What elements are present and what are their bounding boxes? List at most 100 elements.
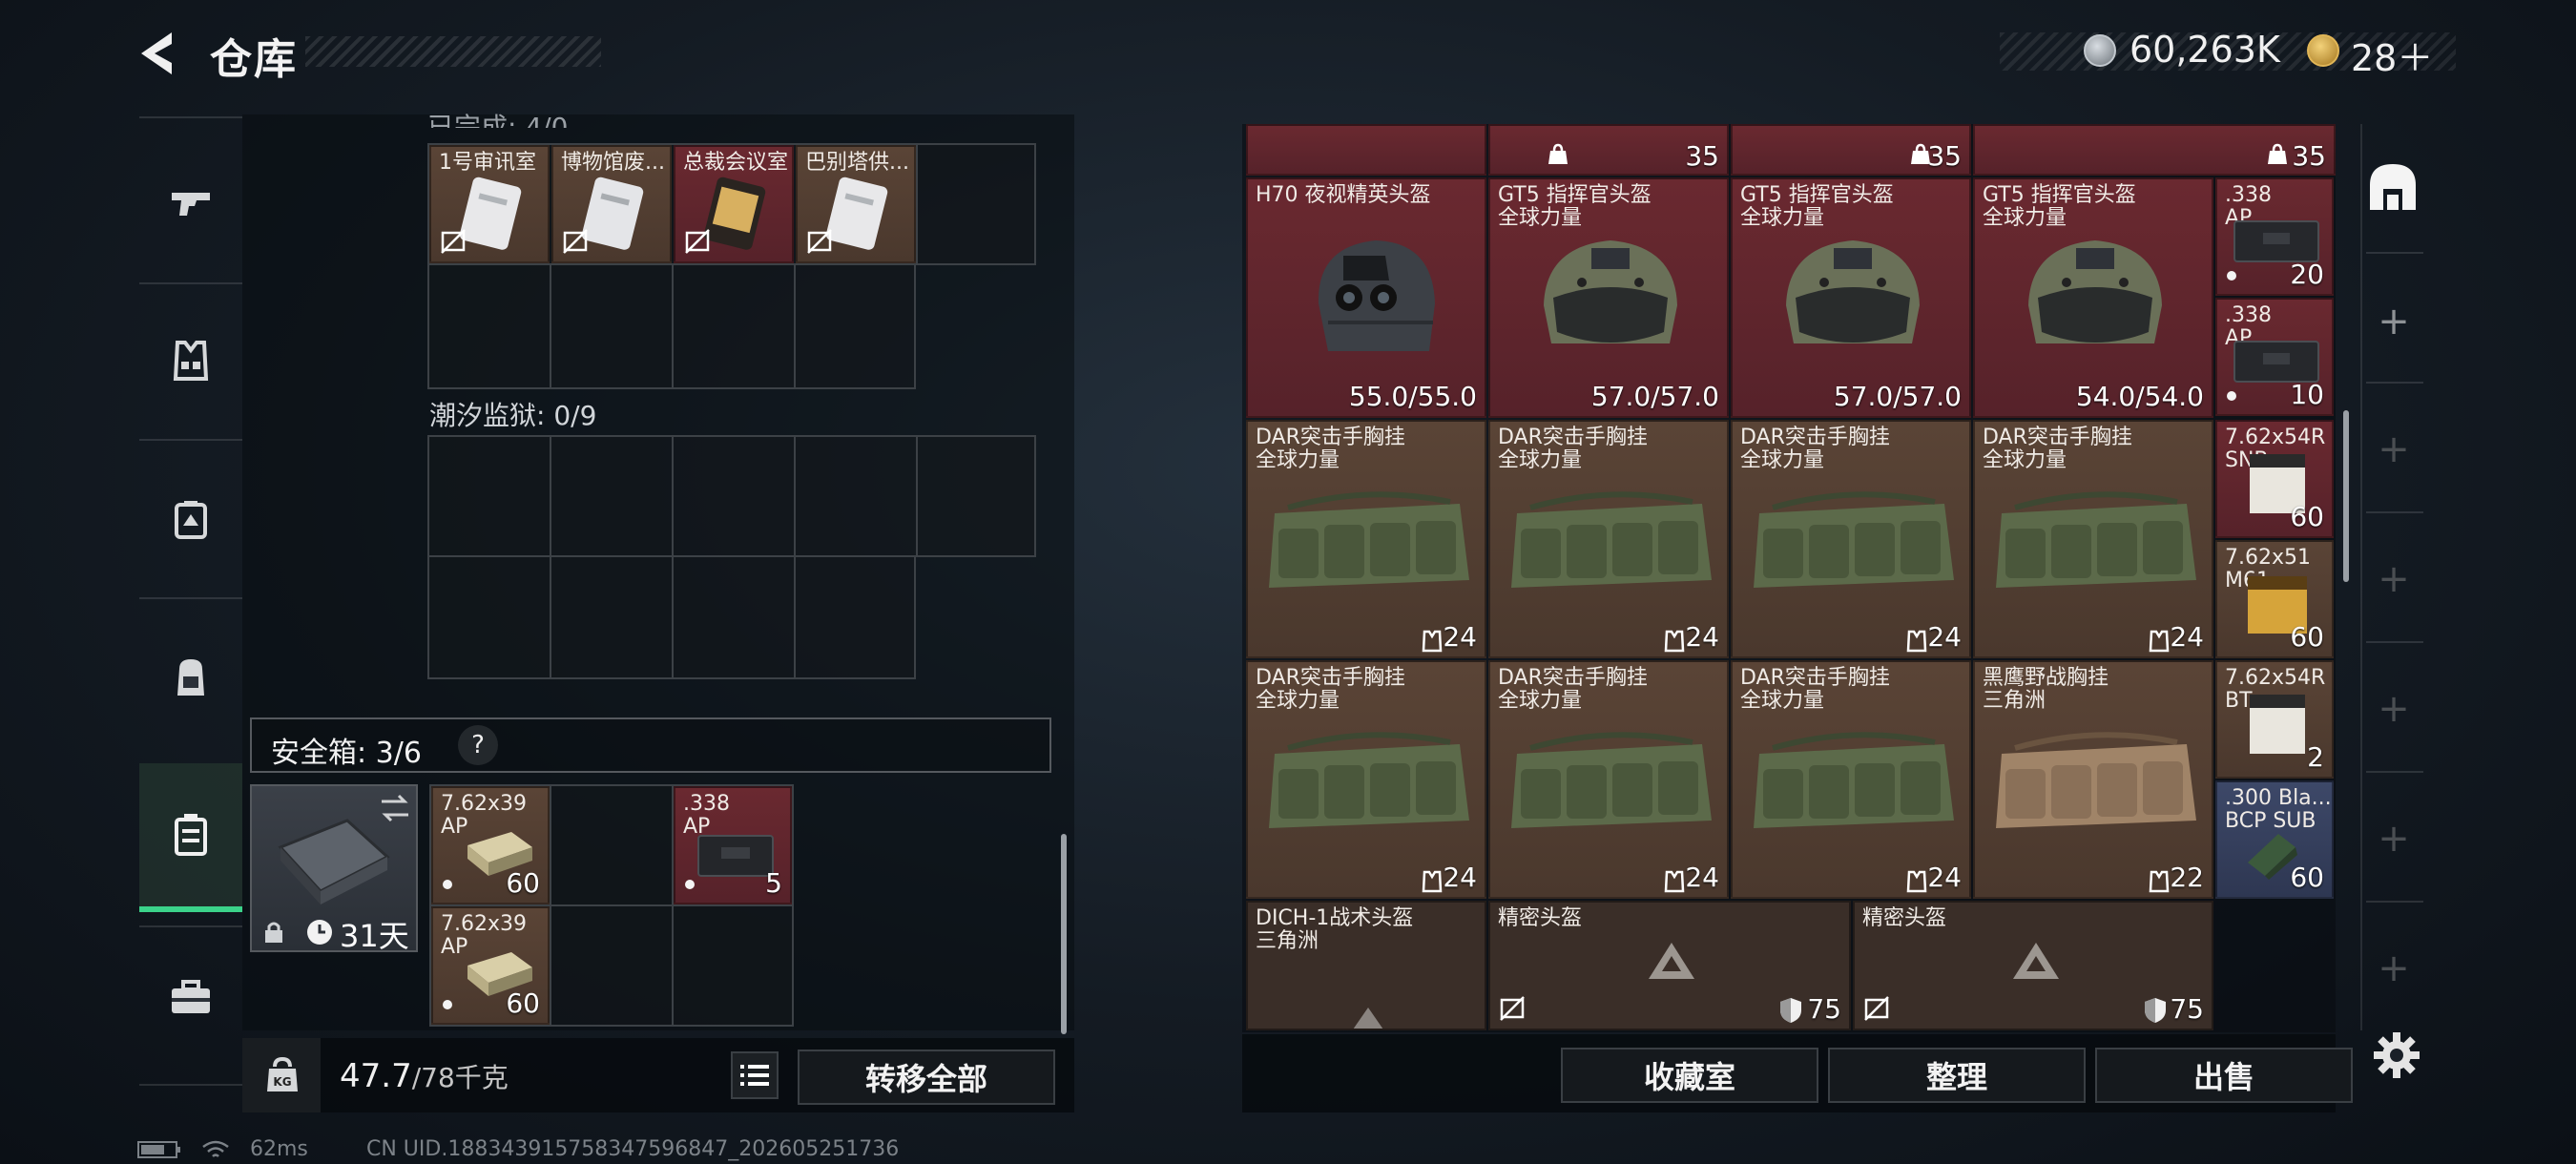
weight-small-icon (1548, 143, 1568, 164)
add-stash-tab-button[interactable]: + (2370, 298, 2418, 345)
item-name: GT5 指挥官头盔 (1498, 183, 1652, 207)
ammo-item[interactable]: 7.62x39 AP 60 (431, 786, 550, 904)
helmet-item[interactable]: 精密头盔 75 (1853, 901, 2213, 1030)
keycard-item[interactable]: 总裁会议室 (674, 145, 794, 263)
chest-rig-item[interactable]: DAR突击手胸挂 全球力量 24 (1246, 660, 1486, 899)
safebox-label: 安全箱: 3/6 (271, 737, 422, 770)
ammo-dot (685, 880, 695, 889)
tab-weapons[interactable] (139, 130, 242, 279)
helmet-item[interactable]: GT5 指挥官头盔 全球力量 54.0/54.0 (1973, 177, 2213, 418)
item-name: .300 Bla... (2225, 786, 2332, 810)
backpack-icon (177, 659, 204, 696)
helmet-item[interactable]: GT5 指挥官头盔 全球力量 57.0/57.0 (1488, 177, 1729, 418)
tab-safebox[interactable] (139, 763, 242, 912)
chest-rig-icon (1511, 732, 1712, 828)
ammo-dot (2227, 391, 2236, 401)
sort-button[interactable]: 整理 (1828, 1048, 2086, 1103)
item-subname: 全球力量 (1740, 689, 1825, 713)
weight-icon: KG (267, 1057, 298, 1091)
delta-logo-icon (2013, 943, 2059, 979)
ammo-item[interactable]: .338 AP 10 (2215, 298, 2334, 416)
item-count: 35 (1927, 140, 1962, 172)
item-slots: 24 (1443, 621, 1477, 653)
back-button[interactable] (134, 27, 187, 80)
tab-backpack[interactable] (139, 603, 242, 752)
stash-item-partial[interactable]: 35 (1488, 124, 1729, 176)
tab-divider (139, 597, 242, 599)
chest-rig-item[interactable]: DAR突击手胸挂 全球力量 24 (1246, 420, 1486, 658)
chest-rig-item[interactable]: DAR突击手胸挂 全球力量 24 (1731, 660, 1971, 899)
list-view-button[interactable] (731, 1051, 779, 1099)
stash-item-partial[interactable] (1246, 124, 1486, 176)
item-slots: 24 (2170, 621, 2204, 653)
sell-button[interactable]: 出售 (2095, 1048, 2353, 1103)
add-stash-tab-button[interactable]: + (2370, 426, 2418, 473)
title-decoration (305, 36, 601, 67)
vest-small-icon (1906, 630, 1927, 653)
no-trade-icon (807, 229, 832, 254)
ammo-item[interactable]: 7.62x51 M61 60 (2215, 540, 2334, 658)
item-name: 1号审讯室 (439, 151, 536, 175)
user-uid: CN UID.188343915758347596847_20260525173… (366, 1137, 900, 1161)
ammo-item[interactable]: 7.62x39 AP 60 (431, 906, 550, 1025)
stash-home-tab[interactable] (2364, 158, 2421, 216)
item-name: DAR突击手胸挂 (1983, 426, 2132, 449)
tab-chest-rig[interactable] (139, 286, 242, 435)
chest-rig-icon (1754, 491, 1954, 588)
swap-icon[interactable] (378, 792, 412, 824)
item-slots: 24 (1927, 862, 1962, 893)
safebox-duration: 31天 (340, 918, 409, 954)
stash-item-partial[interactable]: 35 (1731, 124, 1971, 176)
collection-button[interactable]: 收藏室 (1561, 1048, 1818, 1103)
ammo-dot (443, 1000, 452, 1009)
add-stash-tab-button[interactable]: + (2370, 945, 2418, 992)
add-stash-tab-button[interactable]: + (2370, 815, 2418, 863)
warehouse-icon (2370, 164, 2416, 210)
help-button[interactable]: ? (458, 725, 498, 765)
chest-rig-item[interactable]: DAR突击手胸挂 全球力量 24 (1731, 420, 1971, 658)
add-stash-tab-button[interactable]: + (2370, 685, 2418, 733)
stash-scrollbar[interactable] (2343, 410, 2349, 582)
ammo-item[interactable]: 7.62x54R BT 2 (2215, 660, 2334, 779)
item-count: 60 (506, 987, 540, 1019)
chest-rig-item[interactable]: DAR突击手胸挂 全球力量 24 (1488, 660, 1729, 899)
safebox-case[interactable]: 31天 (250, 784, 418, 954)
side-tab-divider (2366, 641, 2423, 643)
item-count: 60 (2290, 621, 2324, 653)
helmet-item[interactable]: H70 夜视精英头盔 55.0/55.0 (1246, 177, 1486, 418)
tab-toolbox[interactable] (139, 924, 242, 1072)
durability: 54.0/54.0 (2075, 381, 2204, 412)
chest-rig-item[interactable]: DAR突击手胸挂 全球力量 24 (1488, 420, 1729, 658)
add-stash-tab-button[interactable]: + (2370, 555, 2418, 603)
item-slots: 24 (1685, 621, 1719, 653)
item-subname: 全球力量 (1256, 689, 1340, 713)
ammo-item[interactable]: .338 AP 5 (674, 786, 792, 904)
ammo-item[interactable]: .338 AP 20 (2215, 177, 2334, 296)
inventory-scrollbar[interactable] (1061, 834, 1067, 1034)
keycard-item[interactable]: 巴别塔供... (796, 145, 916, 263)
keycard-item[interactable]: 博物馆废... (551, 145, 672, 263)
transfer-all-button[interactable]: 转移全部 (798, 1050, 1055, 1105)
armor-class: 75 (2170, 993, 2204, 1025)
gear-icon (2374, 1032, 2420, 1078)
chest-rig-item[interactable]: 黑鹰野战胸挂 三角洲 22 (1973, 660, 2213, 899)
item-name: DAR突击手胸挂 (1498, 426, 1648, 449)
ammo-item[interactable]: .300 Bla... BCP SUB 60 (2215, 780, 2334, 899)
helmet-item[interactable]: DICH-1战术头盔 三角洲 (1246, 901, 1486, 1030)
item-subname: 全球力量 (1498, 689, 1583, 713)
gold-keycard-icon (703, 177, 766, 250)
weight-max: /78千克 (411, 1062, 509, 1093)
svg-text:KG: KG (273, 1075, 291, 1089)
stash-item-partial[interactable]: 35 (1973, 124, 2336, 176)
settings-button[interactable] (2370, 1029, 2423, 1082)
helmet-item[interactable]: GT5 指挥官头盔 全球力量 57.0/57.0 (1731, 177, 1971, 418)
keycard-item[interactable]: 1号审讯室 (429, 145, 550, 263)
ammo-item[interactable]: 7.62x54R SNB 60 (2215, 420, 2334, 538)
vest-small-icon (1422, 630, 1443, 653)
chest-rig-icon (1511, 491, 1712, 588)
tab-armor[interactable] (139, 445, 242, 593)
token-amount[interactable]: 28＋ (2351, 29, 2433, 81)
chest-rig-item[interactable]: DAR突击手胸挂 全球力量 24 (1973, 420, 2213, 658)
helmet-item[interactable]: 精密头盔 75 (1488, 901, 1851, 1030)
helmet-icon (2028, 240, 2162, 343)
